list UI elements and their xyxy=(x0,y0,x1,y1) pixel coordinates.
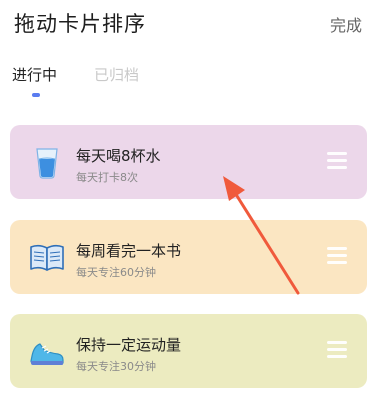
card-subtitle: 每天专注30分钟 xyxy=(76,360,156,373)
drag-handle-icon[interactable] xyxy=(327,152,347,170)
tab-archived[interactable]: 已归档 xyxy=(94,64,139,85)
open-book-icon xyxy=(30,244,64,271)
card-title: 每天喝8杯水 xyxy=(76,147,161,165)
card-subtitle: 每天打卡8次 xyxy=(76,171,138,184)
header: 拖动卡片排序 完成 xyxy=(0,0,377,46)
tab-in-progress[interactable]: 进行中 xyxy=(12,64,57,85)
tab-bar: 进行中 已归档 xyxy=(0,60,377,104)
active-tab-indicator xyxy=(32,93,40,97)
drag-handle-icon[interactable] xyxy=(327,247,347,265)
card-subtitle: 每天专注60分钟 xyxy=(76,266,156,279)
habit-card[interactable]: 每周看完一本书 每天专注60分钟 xyxy=(10,220,367,294)
habit-card[interactable]: 每天喝8杯水 每天打卡8次 xyxy=(10,125,367,199)
drag-handle-icon[interactable] xyxy=(327,341,347,359)
card-title: 保持一定运动量 xyxy=(76,336,182,354)
water-glass-icon xyxy=(36,148,58,179)
page-title: 拖动卡片排序 xyxy=(14,12,146,36)
habit-card[interactable]: 保持一定运动量 每天专注30分钟 xyxy=(10,314,367,388)
card-title: 每周看完一本书 xyxy=(76,242,182,260)
done-button[interactable]: 完成 xyxy=(330,12,362,36)
running-shoe-icon xyxy=(30,343,64,365)
